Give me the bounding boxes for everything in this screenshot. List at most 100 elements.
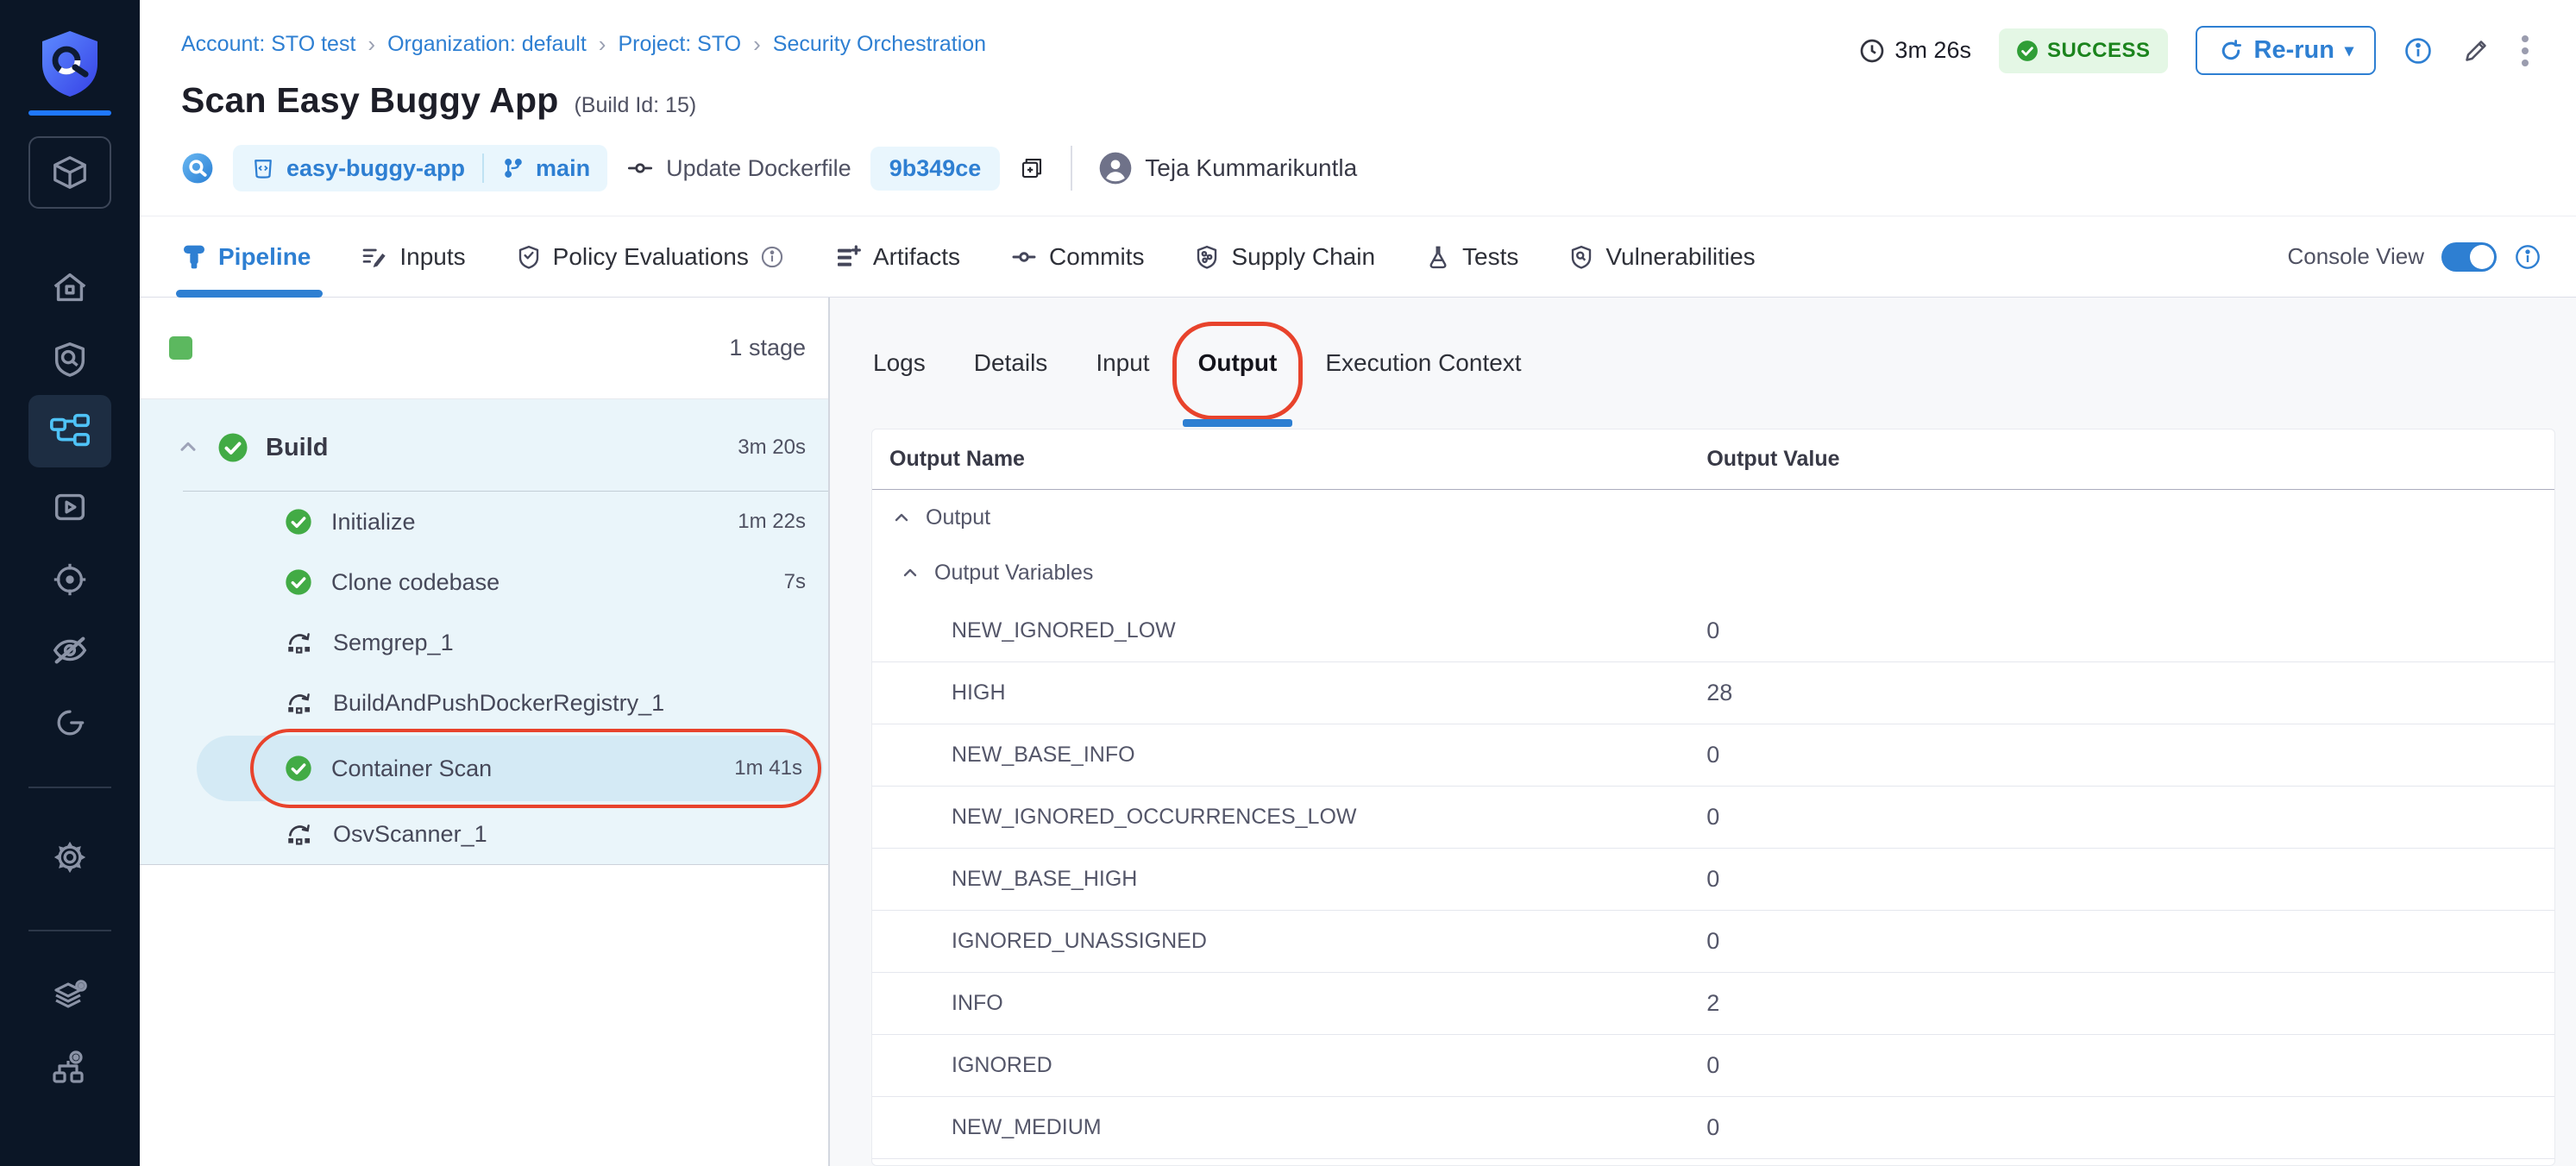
breadcrumb-separator: › xyxy=(753,31,761,58)
stage-summary-bar: 1 stage xyxy=(140,298,828,399)
console-view-info-icon[interactable] xyxy=(2514,243,2541,271)
execution-header: Account: STO test › Organization: defaul… xyxy=(140,0,2576,216)
stage-status-square xyxy=(169,336,192,360)
success-check-icon xyxy=(285,755,312,782)
tab-artifacts[interactable]: Artifacts xyxy=(834,216,960,297)
table-row: NEW_IGNORED_OCCURRENCES_LOW 0 xyxy=(872,787,2554,849)
settings-gear-icon[interactable] xyxy=(28,821,111,893)
table-row: IGNORED 0 xyxy=(872,1035,2554,1097)
scan-shield-icon[interactable] xyxy=(28,323,111,395)
step-row-osvscanner[interactable]: OsvScanner_1 xyxy=(140,804,828,864)
get-started-icon[interactable] xyxy=(28,686,111,759)
breadcrumb-module[interactable]: Security Orchestration xyxy=(773,32,986,57)
breadcrumb-project[interactable]: Project: STO xyxy=(618,32,741,57)
edit-pencil-icon[interactable] xyxy=(2460,35,2491,66)
clock-icon xyxy=(1858,37,1886,65)
tab-vulnerabilities[interactable]: Vulnerabilities xyxy=(1568,216,1755,297)
table-row: NEW_BASE_INFO 0 xyxy=(872,724,2554,787)
info-icon[interactable] xyxy=(2403,36,2433,66)
success-check-icon xyxy=(285,568,312,596)
step-row-initialize[interactable]: Initialize 1m 22s xyxy=(140,492,828,552)
vulnerabilities-shield-icon xyxy=(1568,243,1594,271)
tab-commits[interactable]: Commits xyxy=(1010,216,1144,297)
group-row-output-variables[interactable]: Output Variables xyxy=(872,545,2554,600)
author-name: Teja Kummarikuntla xyxy=(1145,154,1357,182)
pipelines-icon[interactable] xyxy=(28,395,111,467)
toggle-knob xyxy=(2470,245,2494,269)
column-output-name: Output Name xyxy=(889,447,1706,472)
sto-shield-logo[interactable] xyxy=(37,29,103,98)
table-row: NEW_BASE_HIGH 0 xyxy=(872,849,2554,911)
table-row: HIGH 28 xyxy=(872,662,2554,724)
step-row-container-scan[interactable]: Container Scan 1m 41s xyxy=(197,736,823,801)
commits-icon xyxy=(1010,243,1038,271)
step-row-build-and-push-docker[interactable]: BuildAndPushDockerRegistry_1 xyxy=(140,673,828,733)
repository-icon xyxy=(250,155,276,181)
output-table-card: Output Name Output Value Output Output V… xyxy=(871,429,2555,1166)
header-divider xyxy=(1071,146,1072,191)
chevron-up-icon xyxy=(891,507,912,528)
step-row-semgrep[interactable]: Semgrep_1 xyxy=(140,612,828,673)
network-gear-icon[interactable] xyxy=(28,1031,111,1104)
policy-info-icon xyxy=(760,245,784,269)
success-check-icon xyxy=(217,432,248,463)
repo-name[interactable]: easy-buggy-app xyxy=(286,155,465,182)
collapse-chevron-icon[interactable] xyxy=(176,436,200,460)
build-id-label: (Build Id: 15) xyxy=(574,93,696,118)
output-table-header: Output Name Output Value xyxy=(872,429,2554,490)
repo-branch-pill[interactable]: easy-buggy-app main xyxy=(233,145,607,191)
rerun-caret: ▾ xyxy=(2345,40,2353,61)
table-row: NEW_MEDIUM 0 xyxy=(872,1097,2554,1159)
execution-tabbar: Pipeline Inputs Policy Evaluations xyxy=(140,216,2576,298)
tab-execution-context[interactable]: Execution Context xyxy=(1323,344,1523,382)
commit-message[interactable]: Update Dockerfile xyxy=(626,154,851,182)
copy-icon[interactable] xyxy=(1019,155,1045,181)
home-icon[interactable] xyxy=(28,252,111,324)
stage-tree-panel: 1 stage Build 3m 20s xyxy=(140,298,830,1166)
refresh-icon xyxy=(2218,38,2244,64)
tab-pipeline[interactable]: Pipeline xyxy=(181,216,311,297)
stage-name[interactable]: Build xyxy=(266,434,329,462)
breadcrumb-separator: › xyxy=(368,31,375,58)
tab-logs[interactable]: Logs xyxy=(871,344,927,382)
layers-gear-icon[interactable] xyxy=(28,959,111,1031)
left-nav-rail xyxy=(0,0,140,1166)
exemptions-eye-off-icon[interactable] xyxy=(28,614,111,686)
stage-duration: 3m 20s xyxy=(738,436,806,460)
artifacts-icon xyxy=(834,243,862,271)
active-tab-underline xyxy=(176,290,323,298)
avatar xyxy=(1098,151,1133,185)
branch-name[interactable]: main xyxy=(536,155,590,182)
rerun-button[interactable]: Re-run ▾ xyxy=(2196,26,2377,75)
group-row-output[interactable]: Output xyxy=(872,490,2554,545)
console-view-toggle[interactable] xyxy=(2441,242,2497,272)
column-output-value: Output Value xyxy=(1706,447,1839,472)
tab-details[interactable]: Details xyxy=(972,344,1050,382)
breadcrumb-organization[interactable]: Organization: default xyxy=(387,32,587,57)
success-check-icon xyxy=(285,508,312,536)
executions-icon[interactable] xyxy=(28,471,111,543)
status-badge: SUCCESS xyxy=(1999,28,2168,73)
tab-supply-chain[interactable]: Supply Chain xyxy=(1194,216,1375,297)
tab-output[interactable]: Output xyxy=(1197,344,1279,382)
tab-input[interactable]: Input xyxy=(1094,344,1151,382)
step-row-clone-codebase[interactable]: Clone codebase 7s xyxy=(140,552,828,612)
commit-sha[interactable]: 9b349ce xyxy=(870,147,1001,191)
rail-divider xyxy=(28,787,111,788)
inputs-icon xyxy=(361,243,388,271)
active-subtab-underline xyxy=(1183,419,1293,427)
breadcrumb-account[interactable]: Account: STO test xyxy=(181,32,355,57)
author: Teja Kummarikuntla xyxy=(1098,151,1357,185)
tab-inputs[interactable]: Inputs xyxy=(361,216,465,297)
stage-row-build[interactable]: Build 3m 20s xyxy=(140,404,828,491)
pill-divider xyxy=(482,154,484,183)
branch-icon xyxy=(501,156,525,180)
tab-policy-evaluations[interactable]: Policy Evaluations xyxy=(516,216,784,297)
module-cube-icon[interactable] xyxy=(28,136,111,209)
targets-icon[interactable] xyxy=(28,543,111,616)
more-options-kebab-icon[interactable] xyxy=(2519,34,2531,68)
supply-chain-icon xyxy=(1194,243,1220,271)
app-window: Account: STO test › Organization: defaul… xyxy=(0,0,2576,1166)
queued-loop-icon xyxy=(285,819,314,849)
tab-tests[interactable]: Tests xyxy=(1425,216,1518,297)
